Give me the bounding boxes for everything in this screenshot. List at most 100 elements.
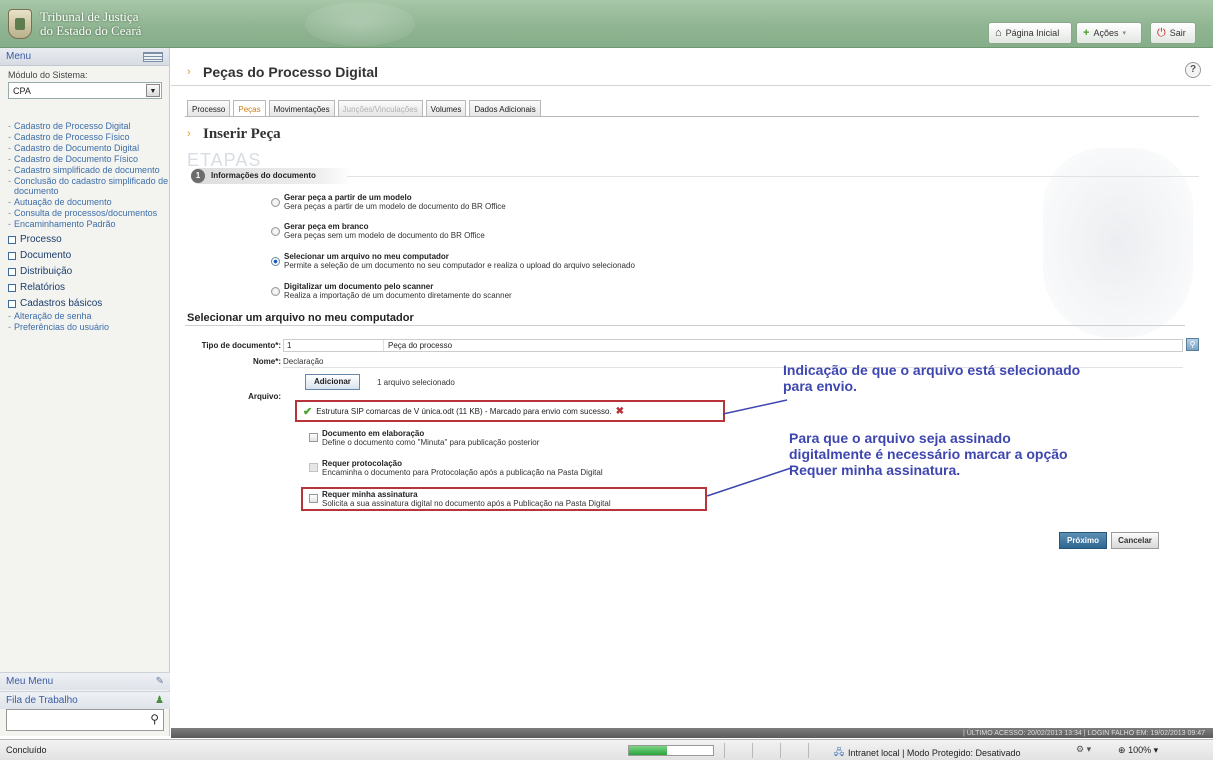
tipo-value[interactable]: Peça do processo xyxy=(384,341,452,350)
option-assinatura[interactable]: Requer minha assinatura Solicita a sua a… xyxy=(309,490,611,508)
tipo-code[interactable]: 1 xyxy=(284,340,384,351)
security-zone[interactable]: 🖧 Intranet local | Modo Protegido: Desat… xyxy=(834,745,1020,760)
exit-button[interactable]: ⏻ Sair xyxy=(1150,22,1196,44)
option-branco[interactable]: Gerar peça em branco Gera peças sem um m… xyxy=(271,222,485,240)
sidebar-section-cadastros[interactable]: Cadastros básicos xyxy=(8,298,169,309)
coat-of-arms-icon xyxy=(8,9,32,39)
sidebar-link[interactable]: Cadastro de Processo Físico xyxy=(8,132,169,142)
radio-arquivo[interactable] xyxy=(271,257,280,266)
session-info-bar: | ÚLTIMO ACESSO: 20/02/2013 13:34 | LOGI… xyxy=(171,728,1213,738)
app-header: Tribunal de Justiça do Estado do Ceará ⌂… xyxy=(0,0,1213,48)
upload-section-title: Selecionar um arquivo no meu computador xyxy=(187,312,414,324)
popup-blocker-icon[interactable]: ⚙ ▾ xyxy=(1076,744,1091,755)
tipo-label: Tipo de documento*: xyxy=(201,341,281,350)
tab-pecas[interactable]: Peças xyxy=(233,100,266,117)
last-access-info: | ÚLTIMO ACESSO: 20/02/2013 13:34 | LOGI… xyxy=(962,729,1205,737)
actions-button[interactable]: + Ações ▾ xyxy=(1076,22,1142,44)
tab-volumes[interactable]: Volumes xyxy=(425,100,467,117)
annotation-signature: Para que o arquivo seja assinado digital… xyxy=(789,430,1068,478)
menu-toggle-icon[interactable] xyxy=(143,51,163,62)
next-button[interactable]: Próximo xyxy=(1059,532,1107,549)
sidebar-section-documento[interactable]: Documento xyxy=(8,250,169,261)
expand-icon xyxy=(8,251,16,260)
tab-movimentacoes[interactable]: Movimentações xyxy=(268,100,335,117)
radio-modelo[interactable] xyxy=(271,198,280,207)
sidebar-link[interactable]: Consulta de processos/documentos xyxy=(8,208,169,218)
help-icon[interactable]: ? xyxy=(1185,62,1201,78)
checkmark-icon: ✔ xyxy=(303,405,313,418)
main-content: › Peças do Processo Digital ? Processo P… xyxy=(171,48,1213,736)
checkbox-assinatura[interactable] xyxy=(309,494,318,503)
search-icon[interactable]: ⚲ xyxy=(150,712,159,726)
option-elaboracao[interactable]: Documento em elaboração Define o documen… xyxy=(309,429,539,447)
tab-processo[interactable]: Processo xyxy=(187,100,231,117)
sidebar-links: Cadastro de Processo Digital Cadastro de… xyxy=(0,121,169,229)
radio-branco[interactable] xyxy=(271,227,280,236)
status-text: Concluído xyxy=(6,745,47,755)
remove-file-icon[interactable]: ✖ xyxy=(616,406,624,417)
callout-line-2 xyxy=(706,467,792,497)
page-title-row: › Peças do Processo Digital ? xyxy=(171,58,1211,86)
page-title: Peças do Processo Digital xyxy=(203,64,379,80)
chevron-down-icon[interactable]: ▼ xyxy=(146,84,160,97)
arrow-icon: › xyxy=(187,128,191,140)
header-watermark xyxy=(305,2,415,46)
tab-bar: Processo Peças Movimentações Junções/Vin… xyxy=(187,100,541,117)
tools-icon[interactable]: ✎ xyxy=(156,676,164,687)
arquivo-label: Arquivo: xyxy=(248,392,281,401)
option-modelo[interactable]: Gerar peça a partir de um modelo Gera pe… xyxy=(271,193,506,211)
sidebar-link[interactable]: Encaminhamento Padrão xyxy=(8,219,169,229)
sidebar-section-distribuicao[interactable]: Distribuição xyxy=(8,266,169,277)
callout-line-1 xyxy=(722,399,788,415)
sidebar-section-relatorios[interactable]: Relatórios xyxy=(8,282,169,293)
sidebar: Menu Módulo do Sistema: CPA ▼ Cadastro d… xyxy=(0,48,170,736)
expand-icon xyxy=(8,299,16,308)
option-arquivo[interactable]: Selecionar um arquivo no meu computador … xyxy=(271,252,635,270)
sidebar-link[interactable]: Cadastro de Documento Físico xyxy=(8,154,169,164)
sidebar-section-processo[interactable]: Processo xyxy=(8,234,169,245)
fila-trabalho-bar[interactable]: Fila de Trabalho ♟ xyxy=(0,691,170,709)
chevron-down-icon: ▾ xyxy=(1153,745,1159,755)
expand-icon xyxy=(8,235,16,244)
sidebar-link[interactable]: Alteração de senha xyxy=(8,311,169,321)
section-divider xyxy=(185,325,1185,326)
checkbox-elaboracao[interactable] xyxy=(309,433,318,442)
expand-icon xyxy=(8,267,16,276)
power-icon: ⏻ xyxy=(1157,26,1166,39)
sidebar-link[interactable]: Cadastro de Documento Digital xyxy=(8,143,169,153)
meu-menu-bar[interactable]: Meu Menu ✎ xyxy=(0,672,170,690)
arrow-icon: › xyxy=(187,66,191,78)
option-protocolacao[interactable]: Requer protocolação Encaminha o document… xyxy=(309,459,603,477)
module-label: Módulo do Sistema: xyxy=(8,70,88,80)
tipo-documento-field[interactable]: 1 Peça do processo xyxy=(283,339,1183,352)
tab-dados-adicionais[interactable]: Dados Adicionais xyxy=(469,100,541,117)
nome-label: Nome*: xyxy=(252,357,281,366)
selected-file-box: ✔ Estrutura SIP comarcas de V única.odt … xyxy=(295,400,725,422)
person-icon[interactable]: ♟ xyxy=(155,695,164,706)
expand-icon xyxy=(8,283,16,292)
zoom-icon: ⊕ xyxy=(1118,745,1126,755)
intranet-icon: 🖧 xyxy=(834,747,845,757)
tjce-logo[interactable]: Tribunal de Justiça do Estado do Ceará xyxy=(8,6,168,42)
sidebar-link[interactable]: Cadastro simplificado de documento xyxy=(8,165,169,175)
option-scanner[interactable]: Digitalizar um documento pelo scanner Re… xyxy=(271,282,512,300)
selected-file-text: Estrutura SIP comarcas de V única.odt (1… xyxy=(316,406,612,416)
sidebar-link[interactable]: Cadastro de Processo Digital xyxy=(8,121,169,131)
sidebar-link[interactable]: Conclusão do cadastro simplificado de do… xyxy=(8,176,169,196)
cancel-button[interactable]: Cancelar xyxy=(1111,532,1159,549)
sidebar-search-input[interactable]: ⚲ xyxy=(6,709,164,731)
checkbox-protocolacao[interactable] xyxy=(309,463,318,472)
lookup-search-icon[interactable]: ⚲ xyxy=(1186,338,1199,351)
zoom-control[interactable]: ⊕ 100% ▾ xyxy=(1118,745,1158,756)
radio-scanner[interactable] xyxy=(271,287,280,296)
menu-header[interactable]: Menu xyxy=(0,48,169,66)
step-number: 1 xyxy=(191,169,205,183)
sidebar-link[interactable]: Preferências do usuário xyxy=(8,322,169,332)
sidebar-link[interactable]: Autuação de documento xyxy=(8,197,169,207)
module-select[interactable]: CPA ▼ xyxy=(8,82,162,99)
sidebar-sublinks: Alteração de senha Preferências do usuár… xyxy=(0,311,169,332)
file-count-status: 1 arquivo selecionado xyxy=(377,378,455,387)
add-file-button[interactable]: Adicionar xyxy=(305,374,360,390)
tabs-divider xyxy=(185,116,1199,117)
home-button[interactable]: ⌂ Página Inicial xyxy=(988,22,1072,44)
